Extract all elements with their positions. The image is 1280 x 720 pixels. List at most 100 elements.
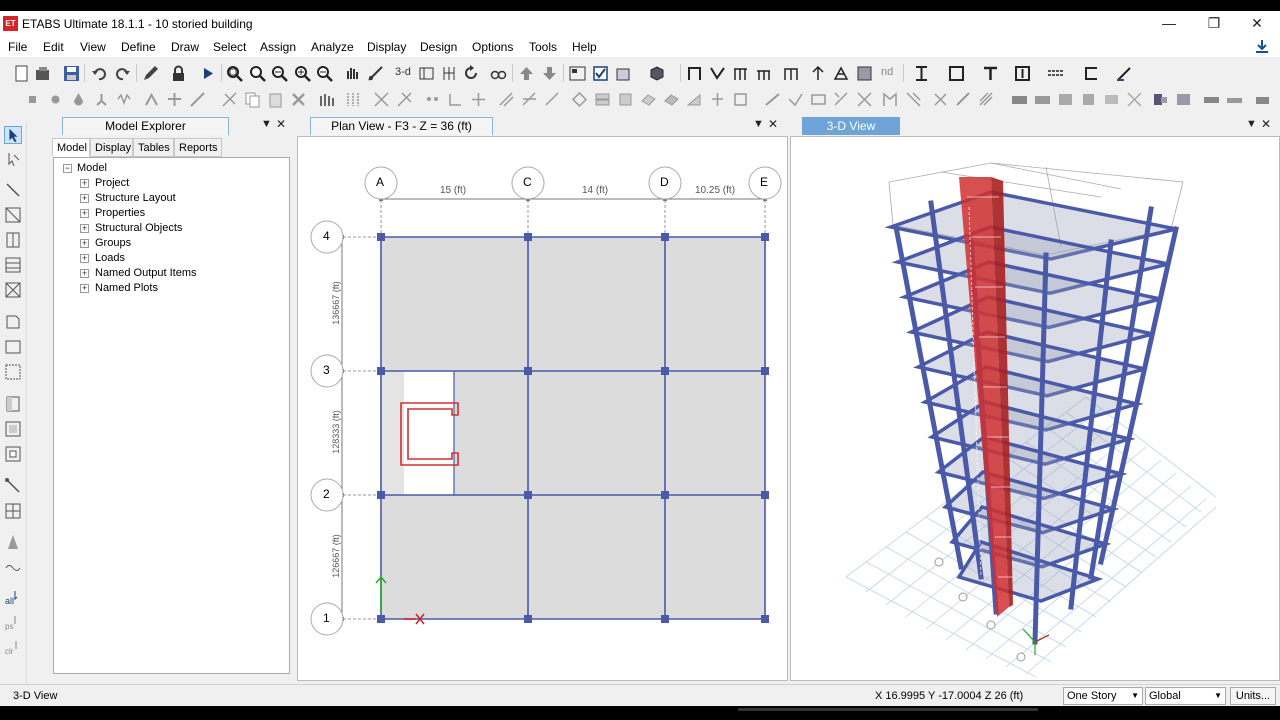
panel-menu-icon[interactable]: ▼ (753, 118, 764, 130)
grid-lines-icon[interactable] (447, 91, 464, 108)
design-composite-icon[interactable] (1057, 91, 1074, 108)
extend-icon[interactable] (498, 91, 515, 108)
3d-view-title[interactable]: 3-D View (802, 117, 900, 135)
join-icon[interactable] (544, 91, 561, 108)
section-i-icon[interactable] (913, 65, 930, 82)
more-tools-icon[interactable] (1254, 91, 1271, 108)
menu-analyze[interactable]: Analyze (311, 40, 354, 54)
menu-edit[interactable]: Edit (43, 40, 64, 54)
minimize-button[interactable]: — (1147, 13, 1191, 33)
menu-help[interactable]: Help (572, 40, 597, 54)
tree-item-named-plots[interactable]: Named Plots (95, 282, 158, 295)
panel-close-icon[interactable]: ✕ (1261, 117, 1271, 131)
nd-button[interactable]: nd (881, 66, 893, 78)
truss-icon[interactable] (833, 65, 850, 82)
expand-icon[interactable]: + (80, 179, 89, 188)
detailing-icon[interactable] (1152, 91, 1169, 108)
panel-close-icon[interactable]: ✕ (768, 117, 778, 131)
draw-rectangular-floor-icon[interactable] (4, 338, 22, 356)
menu-view[interactable]: View (80, 40, 106, 54)
tab-tables[interactable]: Tables (133, 138, 174, 157)
units-button[interactable]: Units... (1230, 687, 1276, 705)
quick-draw-floor-icon[interactable] (4, 363, 22, 381)
tree-item-named-output-items[interactable]: Named Output Items (95, 267, 197, 280)
menu-design[interactable]: Design (420, 40, 457, 54)
draw-link-icon[interactable] (4, 477, 22, 495)
lock-icon[interactable] (170, 65, 187, 82)
panel-close-icon[interactable]: ✕ (276, 117, 286, 131)
menu-tools[interactable]: Tools (529, 40, 557, 54)
spring-icon[interactable] (116, 91, 133, 108)
shell-property-icon[interactable] (882, 91, 899, 108)
select-all-icon[interactable]: all (4, 589, 22, 607)
point-object-icon[interactable] (24, 91, 41, 108)
redo-icon[interactable] (114, 65, 131, 82)
quick-draw-icon[interactable] (783, 65, 800, 82)
clear-select-icon[interactable]: clr (4, 639, 22, 657)
area-mesh-icon[interactable] (571, 91, 588, 108)
section-double-icon[interactable] (1014, 65, 1031, 82)
menu-file[interactable]: File (8, 40, 27, 54)
zoom-window-icon[interactable] (226, 65, 243, 82)
brush-icon[interactable] (1116, 65, 1133, 82)
plan-view-title[interactable]: Plan View - F3 - Z = 36 (ft) (310, 117, 493, 135)
design-slab-icon[interactable] (1103, 91, 1120, 108)
tree-item-structural-objects[interactable]: Structural Objects (95, 222, 182, 235)
tab-model[interactable]: Model (52, 138, 90, 157)
wall-stack-icon[interactable] (594, 91, 611, 108)
pan-icon[interactable] (344, 65, 361, 82)
object-shrink-icon[interactable] (615, 65, 632, 82)
frame-releases-icon[interactable] (764, 91, 781, 108)
beam-icon[interactable] (755, 65, 772, 82)
measure-icon[interactable] (367, 65, 384, 82)
save-icon[interactable] (63, 65, 80, 82)
tree-item-loads[interactable]: Loads (95, 252, 125, 265)
report-icon[interactable] (1203, 91, 1220, 108)
draw-secondary-beam-icon[interactable] (4, 256, 22, 274)
previous-select-icon[interactable]: ps (4, 614, 22, 632)
draw-wave-icon[interactable] (4, 558, 22, 576)
tree-item-properties[interactable]: Properties (95, 207, 145, 220)
replicate-icon[interactable] (318, 91, 335, 108)
undo-icon[interactable] (91, 65, 108, 82)
expand-icon[interactable]: + (80, 209, 89, 218)
elevation-view-icon[interactable] (441, 65, 458, 82)
wall-icon[interactable] (856, 65, 873, 82)
menu-draw[interactable]: Draw (171, 40, 199, 54)
tree-item-structure-layout[interactable]: Structure Layout (95, 192, 176, 205)
panel-menu-icon[interactable]: ▼ (1246, 118, 1257, 130)
frame-property-icon[interactable] (787, 91, 804, 108)
zoom-out-icon[interactable] (316, 65, 333, 82)
restraint-icon[interactable] (143, 91, 160, 108)
draw-brace-icon[interactable] (4, 281, 22, 299)
view-3d-button[interactable]: 3-d (395, 66, 411, 78)
copy-icon[interactable] (244, 91, 261, 108)
align-icon[interactable] (345, 91, 362, 108)
snap-icon[interactable] (424, 91, 441, 108)
draw-floor-icon[interactable] (4, 313, 22, 331)
restore-button[interactable]: ❐ (1192, 13, 1236, 33)
move-down-icon[interactable] (541, 65, 558, 82)
menu-assign[interactable]: Assign (260, 40, 296, 54)
divide-icon[interactable] (373, 91, 390, 108)
export-icon[interactable] (1226, 91, 1243, 108)
reshape-icon[interactable] (4, 151, 22, 169)
section-box-icon[interactable] (948, 65, 965, 82)
column-icon[interactable] (732, 65, 749, 82)
checkbox-display-icon[interactable] (592, 65, 609, 82)
draw-tendon-icon[interactable] (4, 533, 22, 551)
menu-select[interactable]: Select (213, 40, 246, 54)
zoom-previous-icon[interactable] (271, 65, 288, 82)
frame-insertion-icon[interactable] (856, 91, 873, 108)
shell-modifier-icon[interactable] (905, 91, 922, 108)
pointer-select-icon[interactable] (4, 126, 22, 144)
pencil-icon[interactable] (142, 65, 159, 82)
diaphragm-icon[interactable] (166, 91, 183, 108)
expand-icon[interactable]: + (80, 224, 89, 233)
set-display-icon[interactable] (569, 65, 586, 82)
section-t-icon[interactable] (982, 65, 999, 82)
tree-item-groups[interactable]: Groups (95, 237, 131, 250)
opening-icon[interactable] (617, 91, 634, 108)
design-steel-icon[interactable] (1011, 91, 1028, 108)
expand-icon[interactable]: + (80, 254, 89, 263)
